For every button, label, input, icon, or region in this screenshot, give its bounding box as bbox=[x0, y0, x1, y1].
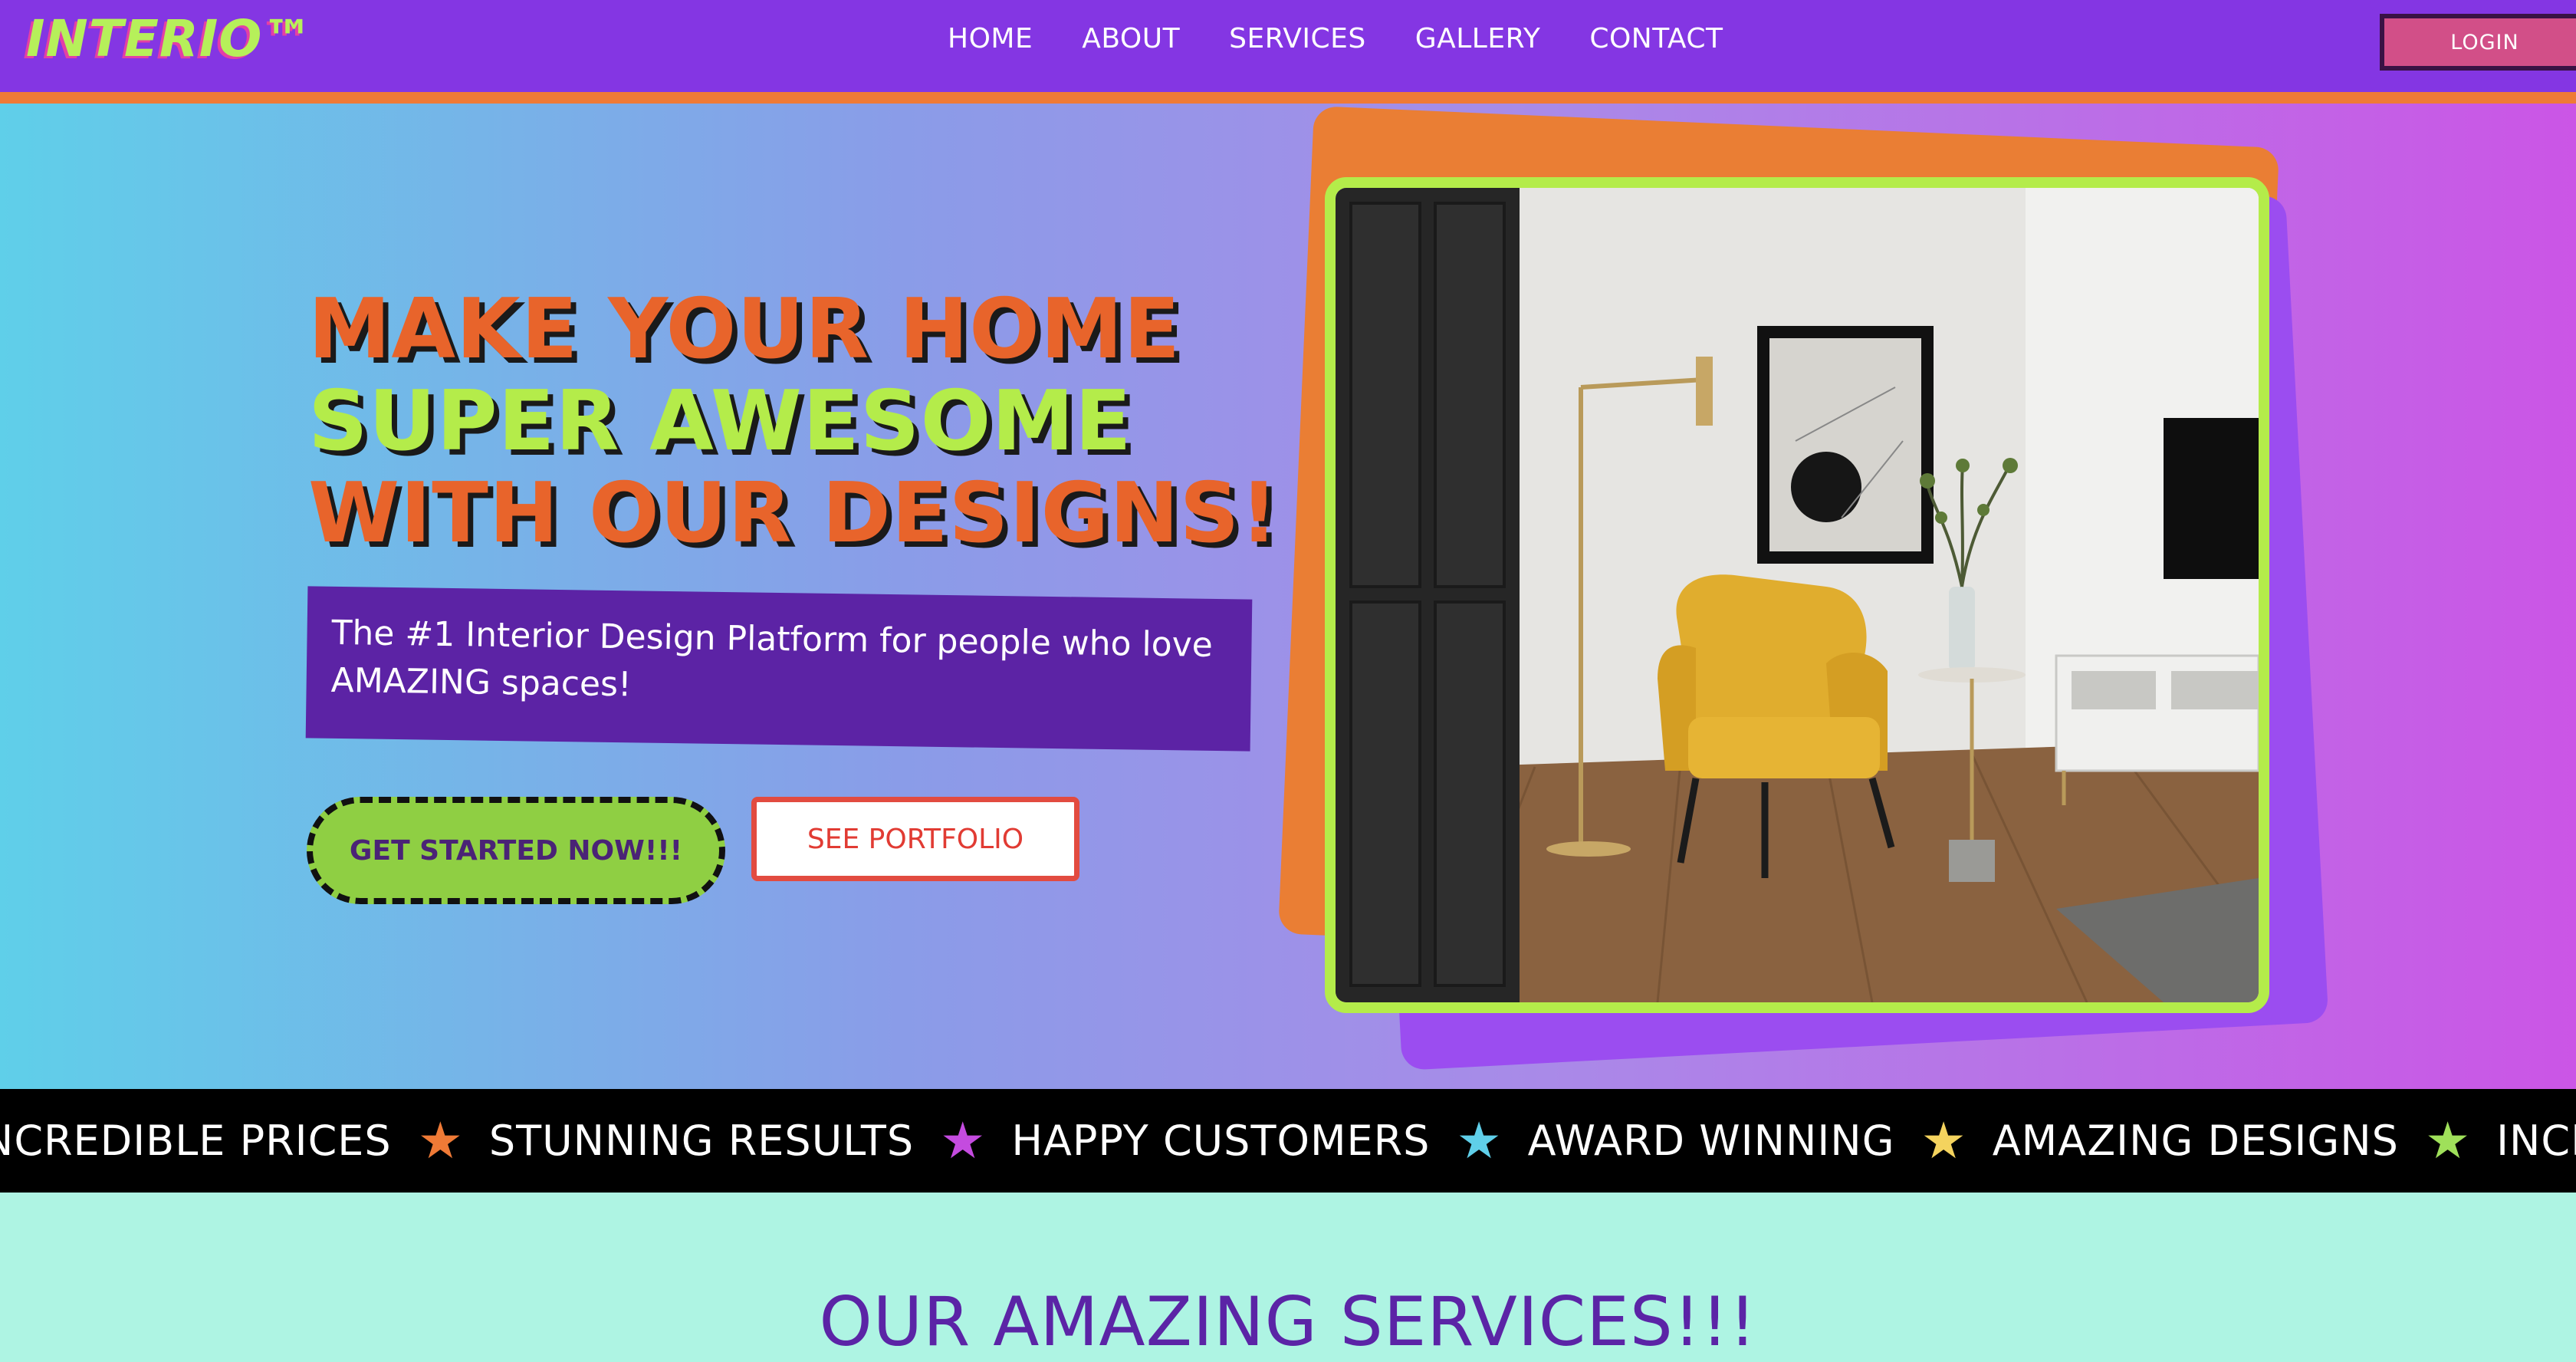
headline-line-2: SUPER AWESOME bbox=[308, 373, 1132, 469]
marquee-track: INCREDIBLE PRICES ★ STUNNING RESULTS ★ H… bbox=[0, 1110, 2576, 1170]
nav-link-gallery[interactable]: GALLERY bbox=[1415, 23, 1541, 54]
nav-link-contact[interactable]: CONTACT bbox=[1589, 23, 1723, 54]
hero-tagline: The #1 Interior Design Platform for peop… bbox=[330, 613, 1214, 705]
feature-marquee: INCREDIBLE PRICES ★ STUNNING RESULTS ★ H… bbox=[0, 1089, 2576, 1193]
headline-line-3: WITH OUR DESIGNS! bbox=[308, 466, 1279, 561]
get-started-button[interactable]: GET STARTED NOW!!! bbox=[307, 797, 725, 904]
nav-link-home[interactable]: HOME bbox=[948, 23, 1033, 54]
marquee-item: INCREDIBLE PRICES bbox=[0, 1117, 392, 1165]
marquee-item: STUNNING RESULTS bbox=[488, 1117, 915, 1165]
hero-headline: MAKE YOUR HOME SUPER AWESOME WITH OUR DE… bbox=[308, 284, 1279, 560]
hero-section: MAKE YOUR HOME SUPER AWESOME WITH OUR DE… bbox=[0, 104, 2576, 1089]
hero-room-photo bbox=[1325, 177, 2269, 1013]
see-portfolio-button[interactable]: SEE PORTFOLIO bbox=[751, 797, 1079, 881]
nav-divider-stripe bbox=[0, 92, 2576, 104]
top-navbar: INTERIO™ HOME ABOUT SERVICES GALLERY CON… bbox=[0, 0, 2576, 92]
login-button[interactable]: LOGIN bbox=[2380, 14, 2576, 71]
star-icon: ★ bbox=[1921, 1110, 1967, 1170]
nav-links: HOME ABOUT SERVICES GALLERY CONTACT bbox=[948, 23, 1723, 54]
marquee-item: HAPPY CUSTOMERS bbox=[1011, 1117, 1431, 1165]
star-icon: ★ bbox=[940, 1110, 986, 1170]
services-heading: OUR AMAZING SERVICES!!! bbox=[819, 1282, 1757, 1361]
marquee-item: INCREDIBLE PRICES bbox=[2496, 1117, 2576, 1165]
nav-link-about[interactable]: ABOUT bbox=[1082, 23, 1180, 54]
star-icon: ★ bbox=[417, 1110, 463, 1170]
star-icon: ★ bbox=[1456, 1110, 1502, 1170]
marquee-item: AWARD WINNING bbox=[1527, 1117, 1895, 1165]
headline-line-1: MAKE YOUR HOME bbox=[308, 281, 1181, 377]
living-room-illustration bbox=[1336, 188, 2259, 1002]
star-icon: ★ bbox=[2424, 1110, 2471, 1170]
marquee-item: AMAZING DESIGNS bbox=[1992, 1117, 2399, 1165]
tagline-banner: The #1 Interior Design Platform for peop… bbox=[305, 586, 1253, 752]
brand-logo[interactable]: INTERIO™ bbox=[26, 9, 314, 68]
nav-link-services[interactable]: SERVICES bbox=[1229, 23, 1366, 54]
